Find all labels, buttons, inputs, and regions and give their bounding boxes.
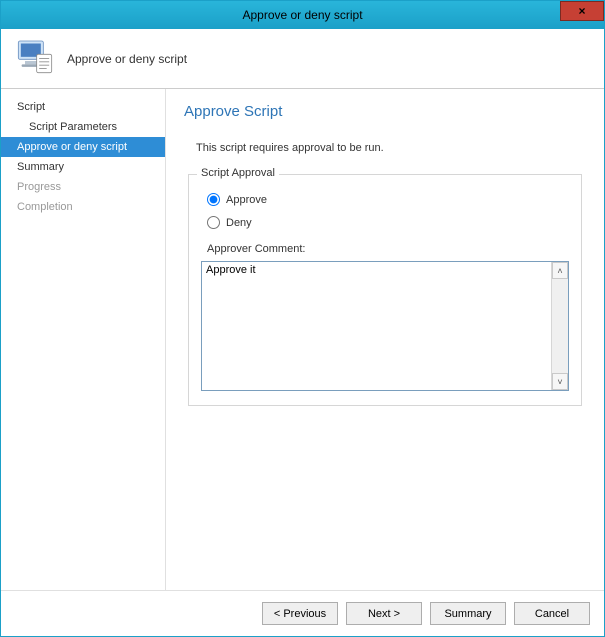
radio-approve-input[interactable] xyxy=(207,193,220,206)
wizard-header-title: Approve or deny script xyxy=(67,52,187,66)
group-legend: Script Approval xyxy=(197,167,279,179)
radio-deny-input[interactable] xyxy=(207,216,220,229)
page-title: Approve Script xyxy=(184,103,586,120)
radio-deny-label: Deny xyxy=(226,217,252,229)
cancel-button[interactable]: Cancel xyxy=(514,602,590,625)
wizard-window: Approve or deny script × Approve or deny… xyxy=(0,0,605,637)
comment-field-wrap: Approve it ˄ ˅ xyxy=(201,261,569,391)
wizard-nav: Script Script Parameters Approve or deny… xyxy=(1,89,166,590)
radio-approve[interactable]: Approve xyxy=(207,193,569,206)
nav-item-progress: Progress xyxy=(1,177,165,197)
titlebar-title: Approve or deny script xyxy=(242,8,362,22)
wizard-content: Approve Script This script requires appr… xyxy=(166,89,604,590)
nav-item-completion: Completion xyxy=(1,197,165,217)
wizard-header: Approve or deny script xyxy=(1,29,604,89)
radio-approve-label: Approve xyxy=(226,194,267,206)
scroll-down-icon[interactable]: ˅ xyxy=(552,373,568,390)
nav-item-script-parameters[interactable]: Script Parameters xyxy=(1,117,165,137)
close-icon: × xyxy=(578,4,585,18)
computer-script-icon xyxy=(15,36,55,81)
wizard-body: Script Script Parameters Approve or deny… xyxy=(1,89,604,590)
nav-item-script[interactable]: Script xyxy=(1,97,165,117)
comment-field[interactable]: Approve it xyxy=(202,262,551,390)
titlebar: Approve or deny script × xyxy=(1,1,604,29)
script-approval-group: Script Approval Approve Deny Approver Co… xyxy=(188,174,582,406)
comment-label: Approver Comment: xyxy=(207,243,569,255)
scroll-up-icon[interactable]: ˄ xyxy=(552,262,568,279)
nav-item-approve-or-deny[interactable]: Approve or deny script xyxy=(1,137,165,157)
instruction-text: This script requires approval to be run. xyxy=(196,142,586,154)
close-button[interactable]: × xyxy=(560,1,604,21)
summary-button[interactable]: Summary xyxy=(430,602,506,625)
next-button[interactable]: Next > xyxy=(346,602,422,625)
previous-button[interactable]: < Previous xyxy=(262,602,338,625)
wizard-footer: < Previous Next > Summary Cancel xyxy=(1,590,604,636)
radio-deny[interactable]: Deny xyxy=(207,216,569,229)
nav-item-summary[interactable]: Summary xyxy=(1,157,165,177)
comment-scrollbar[interactable]: ˄ ˅ xyxy=(551,262,568,390)
